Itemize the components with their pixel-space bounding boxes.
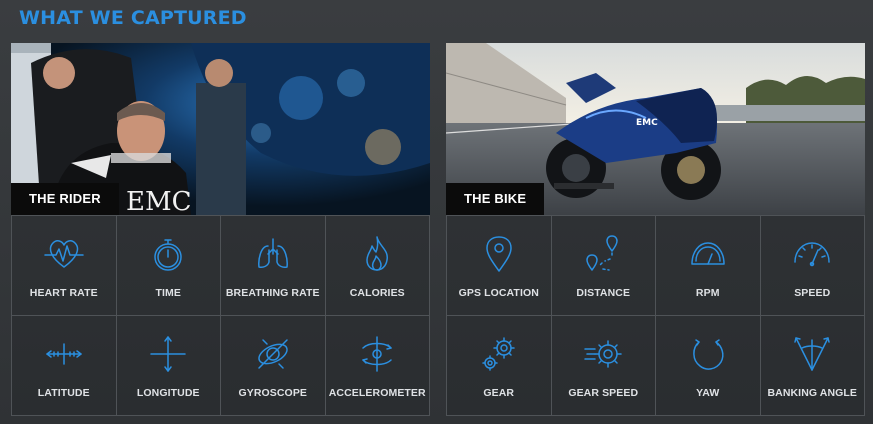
metric-label: RPM (695, 287, 720, 299)
banking-angle-icon (792, 334, 832, 374)
bike-photo: EMC THE BIKE (446, 43, 865, 215)
route-pins-icon (583, 234, 623, 274)
metric-rpm: RPM (656, 216, 761, 316)
yaw-arrow-icon (688, 334, 728, 374)
metric-label: YAW (696, 387, 720, 399)
metric-longitude: LONGITUDE (116, 316, 221, 416)
metric-latitude: LATITUDE (12, 316, 117, 416)
bike-label: THE BIKE (446, 183, 545, 215)
metric-label: GEAR SPEED (568, 387, 639, 399)
metric-gear-speed: GEAR SPEED (551, 316, 656, 416)
stopwatch-icon (148, 234, 188, 274)
metric-label: GYROSCOPE (238, 387, 308, 399)
metric-label: BANKING ANGLE (767, 387, 858, 399)
metric-calories: CALORIES (325, 216, 430, 316)
metric-distance: DISTANCE (551, 216, 656, 316)
tachometer-icon (688, 234, 728, 274)
metric-label: ACCELEROMETER (328, 387, 426, 399)
rider-photo: EMC THE RIDER (11, 43, 430, 215)
metric-label: HEART RATE (29, 287, 98, 299)
metric-label: SPEED (794, 287, 831, 299)
metric-breathing-rate: BREATHING RATE (221, 216, 326, 316)
heart-rate-icon (44, 234, 84, 274)
metric-gyroscope: GYROSCOPE (221, 316, 326, 416)
metric-label: GEAR (483, 387, 515, 399)
metric-yaw: YAW (656, 316, 761, 416)
gear-motion-icon (583, 334, 623, 374)
rider-emc-logo: EMC (126, 187, 192, 215)
metric-label: DISTANCE (576, 287, 631, 299)
speedometer-icon (792, 234, 832, 274)
latitude-arrows-icon (44, 334, 84, 374)
metric-label: TIME (155, 287, 181, 299)
metric-speed: SPEED (760, 216, 865, 316)
accelerometer-icon (357, 334, 397, 374)
metric-label: CALORIES (349, 287, 405, 299)
gyroscope-icon (253, 334, 293, 374)
flame-icon (357, 234, 397, 274)
metric-label: GPS LOCATION (458, 287, 539, 299)
map-pin-icon (479, 234, 519, 274)
metric-label: LATITUDE (37, 387, 90, 399)
metric-banking-angle: BANKING ANGLE (760, 316, 865, 416)
rider-panel: EMC THE RIDER HEART RATE TIME BREATHING … (11, 43, 430, 416)
metric-time: TIME (116, 216, 221, 316)
metric-gps-location: GPS LOCATION (447, 216, 552, 316)
rider-metrics-grid: HEART RATE TIME BREATHING RATE CALORIES … (11, 215, 430, 416)
metric-accelerometer: ACCELEROMETER (325, 316, 430, 416)
lungs-icon (253, 234, 293, 274)
bike-panel: EMC THE BIKE GPS LOCATION DISTANCE RPM S… (446, 43, 865, 416)
page-title: WHAT WE CAPTURED (19, 7, 247, 29)
bike-metrics-grid: GPS LOCATION DISTANCE RPM SPEED GEAR GEA… (446, 215, 865, 416)
metric-gear: GEAR (447, 316, 552, 416)
gears-icon (479, 334, 519, 374)
metric-label: LONGITUDE (136, 387, 200, 399)
longitude-arrows-icon (148, 334, 188, 374)
bike-emc-logo: EMC (636, 118, 658, 128)
metric-label: BREATHING RATE (225, 287, 320, 299)
rider-label: THE RIDER (11, 183, 119, 215)
metric-heart-rate: HEART RATE (12, 216, 117, 316)
